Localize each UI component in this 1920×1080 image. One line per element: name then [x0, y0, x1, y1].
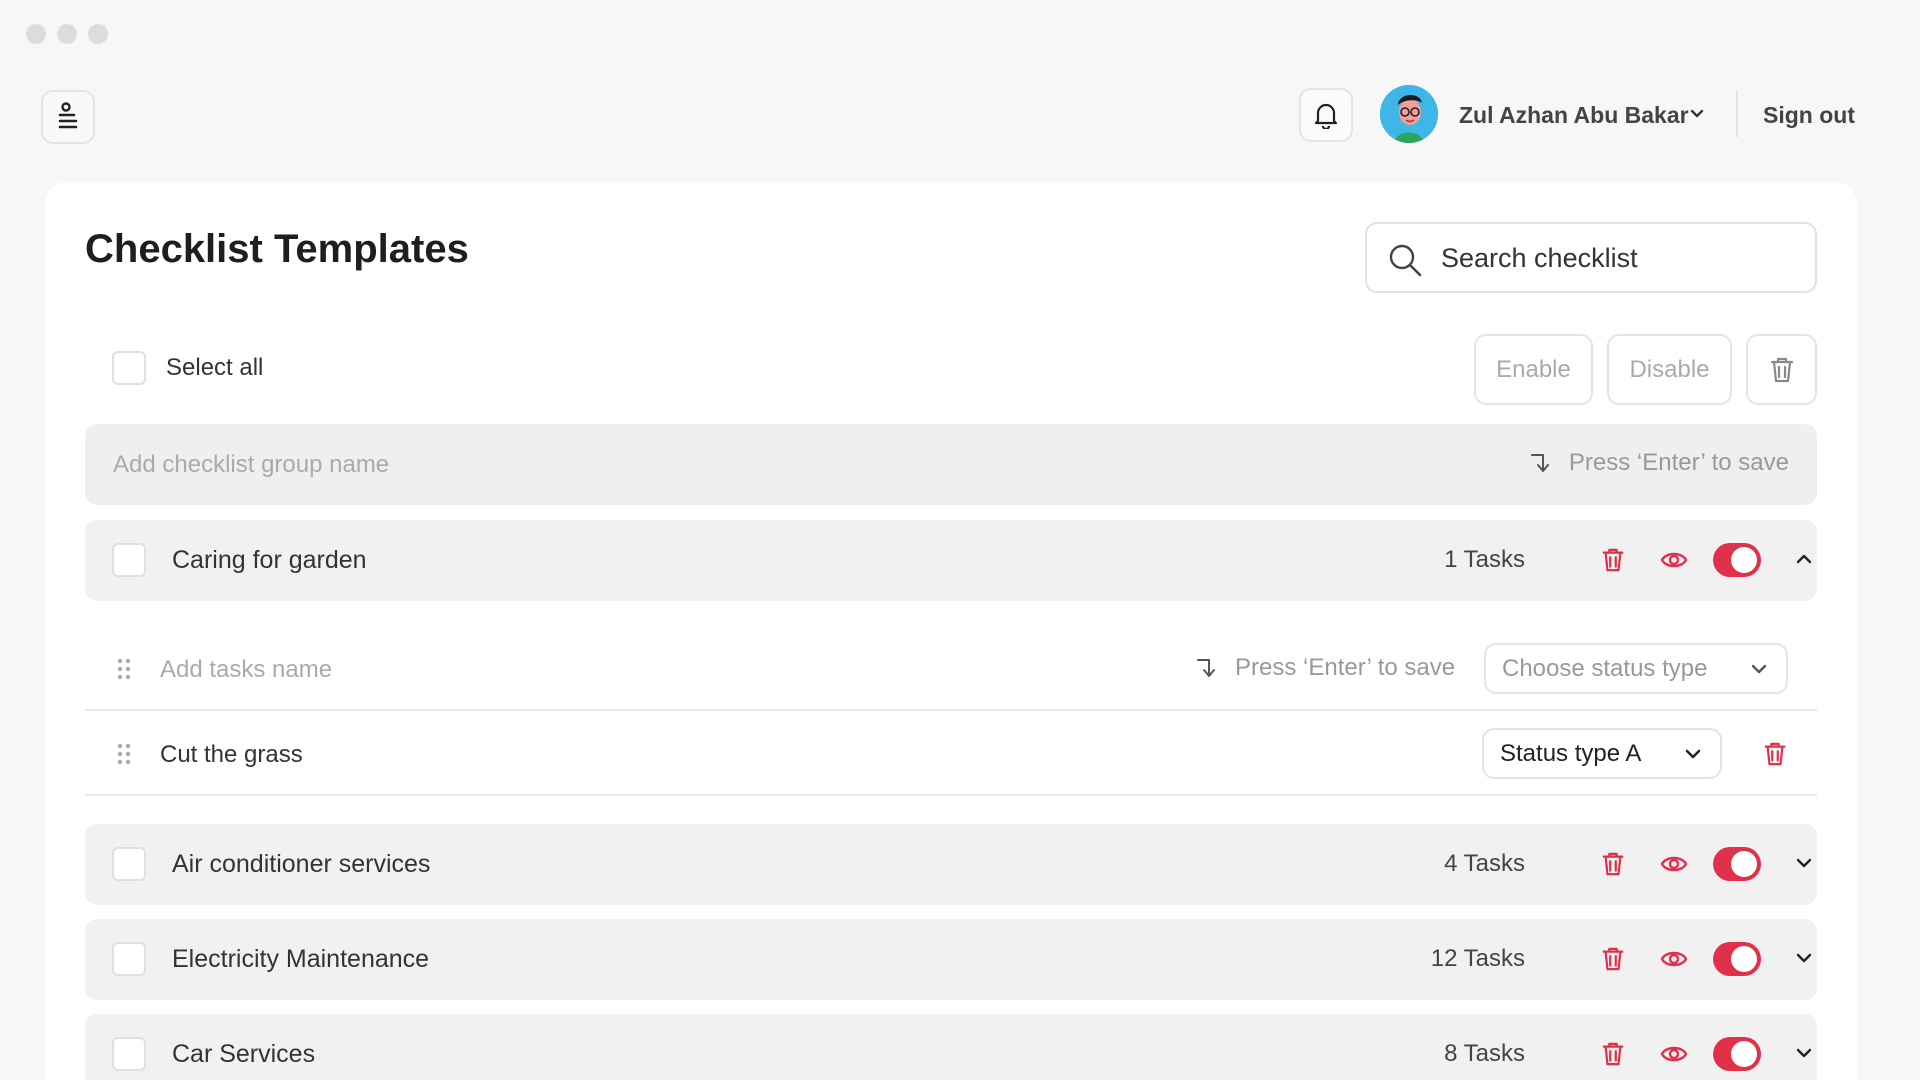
enter-arrow-icon [1197, 659, 1215, 677]
window-close-dot[interactable] [26, 24, 46, 44]
save-hint: Press ‘Enter’ to save [1529, 449, 1789, 477]
task-name: Cut the grass [160, 741, 303, 768]
toggle-knob [1731, 547, 1757, 573]
eye-icon[interactable] [1660, 853, 1688, 875]
toggle-knob [1731, 946, 1757, 972]
trash-icon[interactable] [1601, 946, 1625, 972]
trash-icon[interactable] [1763, 741, 1787, 767]
status-select-value: Status type A [1500, 739, 1642, 767]
trash-icon[interactable] [1601, 1041, 1625, 1067]
group-toggle[interactable] [1713, 543, 1761, 577]
trash-icon [1770, 357, 1793, 382]
eye-icon[interactable] [1660, 1043, 1688, 1065]
drag-handle-icon[interactable] [117, 658, 131, 680]
group-toggle[interactable] [1713, 1037, 1761, 1071]
checklist-group-row[interactable]: Electricity Maintenance 12 Tasks [85, 919, 1817, 1000]
main-card: Checklist Templates Select all Enable Di… [45, 182, 1857, 1080]
trash-icon[interactable] [1601, 851, 1625, 877]
group-toggle[interactable] [1713, 942, 1761, 976]
page-title: Checklist Templates [85, 227, 469, 271]
group-checkbox[interactable] [112, 942, 146, 976]
notifications-button[interactable] [1299, 88, 1353, 142]
chevron-down-icon[interactable] [1793, 1042, 1815, 1064]
search-input[interactable] [1441, 238, 1801, 278]
search-icon [1389, 244, 1422, 277]
user-name[interactable]: Zul Azhan Abu Bakar [1459, 102, 1689, 129]
toggle-knob [1731, 851, 1757, 877]
group-task-count: 12 Tasks [1430, 945, 1525, 972]
chevron-down-icon[interactable] [1793, 947, 1815, 969]
group-toggle[interactable] [1713, 847, 1761, 881]
toggle-knob [1731, 1041, 1757, 1067]
checklist-group-row[interactable]: Caring for garden 1 Tasks [85, 520, 1817, 601]
chevron-down-icon [1751, 664, 1767, 673]
group-task-count: 4 Tasks [1444, 850, 1525, 877]
eye-icon[interactable] [1660, 549, 1688, 571]
group-name: Air conditioner services [172, 850, 431, 878]
chevron-down-icon [1685, 749, 1701, 758]
top-bar: Zul Azhan Abu Bakar Sign out [0, 85, 1920, 147]
app-logo-icon [58, 102, 78, 129]
chevron-down-icon[interactable] [1793, 852, 1815, 874]
status-select-placeholder: Choose status type [1502, 654, 1708, 682]
add-task-placeholder[interactable]: Add tasks name [160, 656, 332, 684]
app-menu-button[interactable] [41, 90, 95, 144]
disable-button[interactable]: Disable [1607, 334, 1732, 405]
header-divider [1736, 91, 1738, 137]
chevron-down-icon[interactable] [1688, 105, 1706, 123]
group-task-count: 1 Tasks [1444, 546, 1525, 573]
chevron-up-icon[interactable] [1793, 548, 1815, 570]
drag-handle-icon[interactable] [117, 743, 131, 765]
checklist-group-row[interactable]: Car Services 8 Tasks [85, 1014, 1817, 1080]
group-checkbox[interactable] [112, 1037, 146, 1071]
save-hint-text: Press ‘Enter’ to save [1235, 654, 1456, 681]
window-minimize-dot[interactable] [57, 24, 77, 44]
avatar-illustration [1380, 85, 1438, 143]
group-name: Caring for garden [172, 546, 367, 574]
avatar[interactable] [1380, 85, 1438, 143]
select-all-label[interactable]: Select all [166, 354, 263, 382]
window-maximize-dot[interactable] [88, 24, 108, 44]
group-name: Car Services [172, 1040, 316, 1068]
trash-icon[interactable] [1601, 547, 1625, 573]
save-hint: Press ‘Enter’ to save [1195, 654, 1455, 682]
add-group-placeholder: Add checklist group name [113, 451, 390, 478]
add-group-input[interactable]: Add checklist group name Press ‘Enter’ t… [85, 424, 1817, 505]
enable-button[interactable]: Enable [1474, 334, 1593, 405]
eye-icon[interactable] [1660, 948, 1688, 970]
group-checkbox[interactable] [112, 543, 146, 577]
group-task-count: 8 Tasks [1444, 1040, 1525, 1067]
select-all-checkbox[interactable] [112, 351, 146, 385]
sign-out-link[interactable]: Sign out [1763, 102, 1855, 129]
search-box[interactable] [1365, 222, 1817, 293]
window-controls [26, 24, 108, 44]
checklist-group-row[interactable]: Air conditioner services 4 Tasks [85, 824, 1817, 905]
bell-icon [1314, 103, 1338, 129]
group-checkbox[interactable] [112, 847, 146, 881]
add-task-row[interactable]: Add tasks name Press ‘Enter’ to save Cho… [85, 626, 1817, 711]
enter-arrow-icon [1530, 454, 1549, 472]
save-hint-text: Press ‘Enter’ to save [1568, 449, 1789, 476]
group-name: Electricity Maintenance [172, 945, 430, 973]
bulk-delete-button[interactable] [1746, 334, 1817, 405]
status-type-select[interactable]: Status type A [1482, 728, 1722, 779]
task-row[interactable]: Cut the grass Status type A [85, 711, 1817, 796]
status-type-select[interactable]: Choose status type [1484, 643, 1788, 694]
